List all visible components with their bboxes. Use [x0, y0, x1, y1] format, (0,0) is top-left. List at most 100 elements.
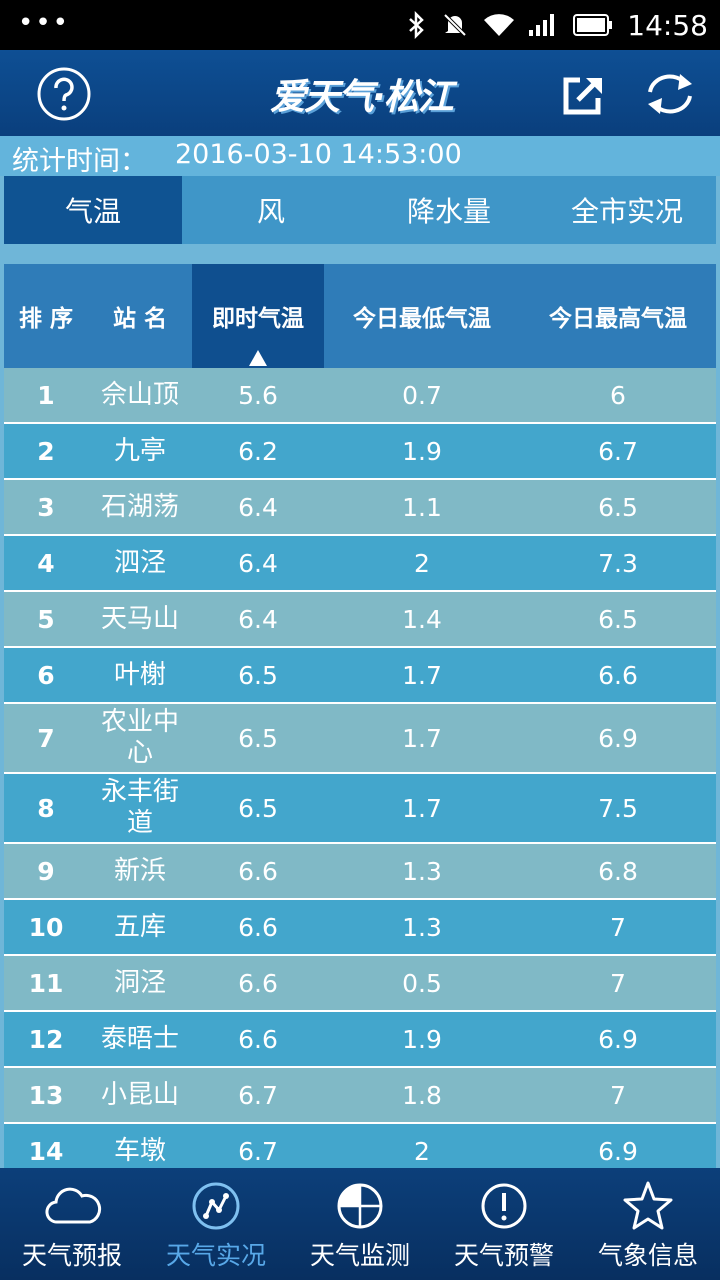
cell-max-temp: 7	[610, 1080, 626, 1110]
cell-current-temp: 6.7	[238, 1136, 278, 1166]
cell-min-temp: 0.5	[402, 968, 442, 998]
cell-station: 新浜	[113, 855, 166, 886]
cell-current-temp: 6.5	[238, 723, 278, 753]
bottom-nav: 天气预报 天气实况 天气监测 天气预警 气象信息	[0, 1168, 720, 1280]
cell-rank: 5	[37, 604, 55, 634]
cell-station: 永丰街道	[100, 777, 179, 838]
battery-icon	[573, 14, 613, 36]
warning-icon	[481, 1183, 527, 1229]
table-row[interactable]: 10 五库 6.6 1.3 7	[4, 900, 716, 956]
tab-city-overview[interactable]: 全市实况	[538, 176, 716, 244]
share-icon[interactable]	[556, 66, 612, 122]
cell-max-temp: 7	[610, 968, 626, 998]
table-row[interactable]: 5 天马山 6.4 1.4 6.5	[4, 592, 716, 648]
cell-station: 泗泾	[113, 547, 166, 578]
cell-min-temp: 2	[414, 548, 430, 578]
cell-station: 天马山	[100, 603, 179, 634]
nav-warning-label: 天气预警	[453, 1241, 554, 1270]
nav-info-label: 气象信息	[597, 1241, 698, 1270]
notification-dots-icon: •••	[18, 8, 71, 38]
star-icon	[623, 1181, 673, 1230]
cell-max-temp: 7.5	[598, 793, 638, 823]
table-row[interactable]: 4 泗泾 6.4 2 7.3	[4, 536, 716, 592]
cell-station: 叶榭	[113, 659, 166, 690]
cell-min-temp: 2	[414, 1136, 430, 1166]
status-icons: 14:58	[407, 0, 708, 50]
cell-current-temp: 5.6	[238, 380, 278, 410]
mute-bell-icon	[443, 13, 467, 37]
cell-rank: 6	[37, 660, 55, 690]
cell-current-temp: 6.6	[238, 1024, 278, 1054]
cell-station: 洞泾	[113, 967, 166, 998]
table-row[interactable]: 3 石湖荡 6.4 1.1 6.5	[4, 480, 716, 536]
header-rank[interactable]: 排 序	[4, 264, 88, 368]
app-header: 爱天气·松江	[0, 50, 720, 136]
table-row[interactable]: 6 叶榭 6.5 1.7 6.6	[4, 648, 716, 704]
tab-temperature[interactable]: 气温	[4, 176, 182, 244]
tab-wind[interactable]: 风	[182, 176, 360, 244]
cell-max-temp: 6.5	[598, 604, 638, 634]
cell-current-temp: 6.4	[238, 492, 278, 522]
nav-monitor[interactable]: 天气监测	[288, 1168, 432, 1280]
cell-rank: 2	[37, 436, 55, 466]
cell-max-temp: 6.6	[598, 660, 638, 690]
table-row[interactable]: 13 小昆山 6.7 1.8 7	[4, 1068, 716, 1124]
cell-max-temp: 6.9	[598, 1136, 638, 1166]
cell-rank: 11	[28, 968, 64, 998]
cell-rank: 12	[28, 1024, 64, 1054]
radar-icon	[337, 1183, 383, 1229]
cell-max-temp: 6.8	[598, 856, 638, 886]
nav-monitor-label: 天气监测	[309, 1241, 410, 1270]
cell-current-temp: 6.2	[238, 436, 278, 466]
header-current-temp[interactable]: 即时气温	[192, 264, 324, 368]
nav-live[interactable]: 天气实况	[144, 1168, 288, 1280]
header-min-temp[interactable]: 今日最低气温	[324, 264, 520, 368]
help-icon[interactable]	[36, 66, 92, 122]
table-body: 1 佘山顶 5.6 0.7 6 2 九亭 6.2 1.9 6.7 3 石湖荡 6.4 1.1 6.5 4 泗泾 6…	[4, 368, 716, 1168]
table-row[interactable]: 2 九亭 6.2 1.9 6.7	[4, 424, 716, 480]
sort-ascending-icon	[249, 350, 267, 366]
cell-station: 九亭	[113, 435, 166, 466]
cell-rank: 9	[37, 856, 55, 886]
cell-station: 佘山顶	[100, 379, 179, 410]
bluetooth-icon	[409, 11, 425, 39]
cell-rank: 13	[28, 1080, 64, 1110]
stat-time-bar: 统计时间： 2016-03-10 14:53:00	[0, 136, 720, 177]
header-station[interactable]: 站 名	[88, 264, 192, 368]
refresh-icon[interactable]	[642, 66, 698, 122]
cell-min-temp: 0.7	[402, 380, 442, 410]
table-row[interactable]: 12 泰晤士 6.6 1.9 6.9	[4, 1012, 716, 1068]
tab-precipitation[interactable]: 降水量	[360, 176, 538, 244]
table-row[interactable]: 8 永丰街道 6.5 1.7 7.5	[4, 774, 716, 844]
cell-current-temp: 6.4	[238, 548, 278, 578]
cell-min-temp: 1.1	[402, 492, 442, 522]
nav-warning[interactable]: 天气预警	[432, 1168, 576, 1280]
table-row[interactable]: 9 新浜 6.6 1.3 6.8	[4, 844, 716, 900]
header-max-temp[interactable]: 今日最高气温	[520, 264, 716, 368]
cell-min-temp: 1.7	[402, 660, 442, 690]
table-row[interactable]: 7 农业中心 6.5 1.7 6.9	[4, 704, 716, 774]
cell-station: 泰晤士	[100, 1023, 179, 1054]
temperature-table[interactable]: 排 序 站 名 即时气温 今日最低气温 今日最高气温 1 佘山顶 5.6 0.7 6 2 九…	[4, 264, 716, 1168]
header-current-temp-label: 即时气温	[212, 306, 304, 332]
cell-station: 石湖荡	[100, 491, 179, 522]
cell-max-temp: 7.3	[598, 548, 638, 578]
cell-min-temp: 1.7	[402, 793, 442, 823]
cell-rank: 10	[28, 912, 64, 942]
nav-info[interactable]: 气象信息	[576, 1168, 720, 1280]
nav-forecast[interactable]: 天气预报	[0, 1168, 144, 1280]
cell-min-temp: 1.3	[402, 856, 442, 886]
signal-icon	[529, 14, 555, 36]
cell-station: 小昆山	[100, 1079, 179, 1110]
cell-current-temp: 6.6	[238, 968, 278, 998]
cell-max-temp: 6.7	[598, 436, 638, 466]
table-row[interactable]: 11 洞泾 6.6 0.5 7	[4, 956, 716, 1012]
cell-current-temp: 6.6	[238, 912, 278, 942]
cell-rank: 8	[37, 793, 55, 823]
status-bar: ••• 14:58	[0, 0, 720, 50]
cell-min-temp: 1.9	[402, 1024, 442, 1054]
table-row[interactable]: 14 车墩 6.7 2 6.9	[4, 1124, 716, 1168]
table-row[interactable]: 1 佘山顶 5.6 0.7 6	[4, 368, 716, 424]
cell-min-temp: 1.3	[402, 912, 442, 942]
cell-max-temp: 7	[610, 912, 626, 942]
